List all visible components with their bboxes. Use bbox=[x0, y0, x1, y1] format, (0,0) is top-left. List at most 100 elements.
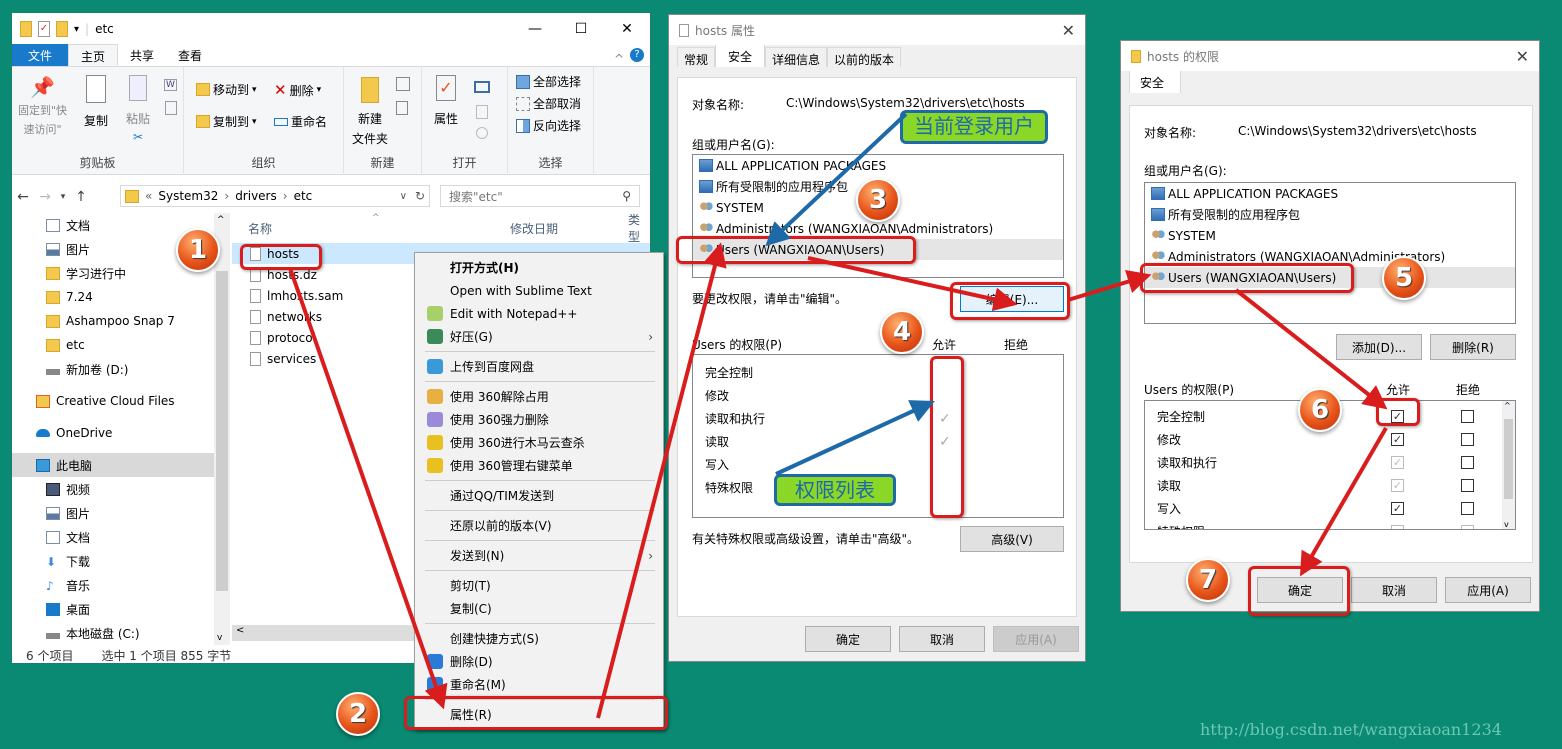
allow-checkbox[interactable]: ✓ bbox=[1391, 479, 1404, 492]
apply-button[interactable]: 应用(A) bbox=[993, 626, 1079, 652]
deny-checkbox[interactable] bbox=[1461, 502, 1474, 515]
quick-access-dropdown-icon[interactable]: ▾ bbox=[74, 24, 79, 35]
tab-general[interactable]: 常规 bbox=[677, 47, 716, 67]
advanced-button[interactable]: 高级(V) bbox=[960, 526, 1064, 552]
pin-quick-access-button[interactable]: 📌 固定到"快 速访问" bbox=[18, 75, 67, 137]
nav-item[interactable]: ⬇ 下载 bbox=[12, 549, 214, 573]
deny-checkbox[interactable] bbox=[1461, 433, 1474, 446]
nav-item[interactable]: 新加卷 (D:) bbox=[12, 357, 214, 381]
nav-item[interactable]: Creative Cloud Files bbox=[12, 389, 214, 413]
nav-item[interactable]: 此电脑 bbox=[12, 453, 214, 477]
nav-item[interactable]: 本地磁盘 (C:) bbox=[12, 621, 214, 645]
menu-item[interactable]: 剪切(T) bbox=[415, 574, 663, 597]
nav-item[interactable]: ♪ 音乐 bbox=[12, 573, 214, 597]
refresh-icon[interactable]: ↻ bbox=[415, 189, 425, 203]
tab-security[interactable]: 安全 bbox=[1129, 70, 1181, 93]
menu-item[interactable]: 使用 360强力删除 bbox=[415, 408, 663, 431]
cancel-button[interactable]: 取消 bbox=[1351, 577, 1437, 603]
nav-item[interactable]: 文档 bbox=[12, 525, 214, 549]
breadcrumb-system32[interactable]: System32 bbox=[158, 189, 218, 203]
user-list-item[interactable]: ALL APPLICATION PACKAGES bbox=[693, 155, 1063, 176]
back-arrow-icon[interactable]: ← bbox=[12, 189, 34, 205]
allow-checkbox[interactable]: ✓ bbox=[1391, 502, 1404, 515]
properties-quick-icon[interactable]: ✓ bbox=[38, 21, 50, 37]
menu-item[interactable]: 使用 360解除占用 bbox=[415, 385, 663, 408]
forward-arrow-icon[interactable]: → bbox=[34, 189, 56, 205]
help-icon[interactable]: ? bbox=[630, 48, 644, 62]
remove-button[interactable]: 删除(R) bbox=[1430, 334, 1516, 360]
menu-item[interactable]: 通过QQ/TIM发送到 bbox=[415, 484, 663, 507]
allow-checkbox[interactable]: ✓ bbox=[1391, 433, 1404, 446]
address-dropdown-icon[interactable]: ∨ bbox=[400, 191, 407, 202]
close-icon[interactable]: ✕ bbox=[1062, 21, 1075, 40]
new-item-icon[interactable] bbox=[396, 77, 410, 91]
close-icon[interactable]: ✕ bbox=[1516, 47, 1529, 66]
new-folder-quick-icon[interactable] bbox=[56, 21, 68, 37]
user-list-item[interactable]: SYSTEM bbox=[1145, 225, 1515, 246]
menu-item[interactable]: 创建快捷方式(S) bbox=[415, 627, 663, 650]
user-list-item[interactable]: ALL APPLICATION PACKAGES bbox=[1145, 183, 1515, 204]
deny-checkbox[interactable] bbox=[1461, 479, 1474, 492]
nav-item[interactable]: 视频 bbox=[12, 477, 214, 501]
tab-previous-versions[interactable]: 以前的版本 bbox=[827, 47, 902, 67]
cancel-button[interactable]: 取消 bbox=[899, 626, 985, 652]
user-list-item[interactable]: 所有受限制的应用程序包 bbox=[1145, 204, 1515, 225]
column-name[interactable]: 名称 bbox=[248, 220, 272, 237]
open-icon[interactable] bbox=[474, 81, 490, 93]
search-icon[interactable]: ⚲ bbox=[622, 189, 631, 203]
menu-item[interactable]: 好压(G) › bbox=[415, 325, 663, 348]
copy-to-button[interactable]: 复制到 ▾ bbox=[196, 113, 257, 130]
delete-button[interactable]: ✕ 删除 ▾ bbox=[274, 81, 321, 99]
nav-item[interactable]: 图片 bbox=[12, 501, 214, 525]
deny-checkbox[interactable] bbox=[1461, 525, 1474, 529]
breadcrumb-drivers[interactable]: drivers bbox=[235, 189, 277, 203]
tab-security[interactable]: 安全 bbox=[715, 44, 766, 67]
menu-item[interactable]: 删除(D) bbox=[415, 650, 663, 673]
tab-file[interactable]: 文件 bbox=[12, 44, 69, 66]
menu-item[interactable]: 复制(C) bbox=[415, 597, 663, 620]
easy-access-icon[interactable] bbox=[396, 101, 408, 115]
menu-item[interactable]: 重命名(M) bbox=[415, 673, 663, 696]
move-to-button[interactable]: 移动到 ▾ bbox=[196, 81, 257, 98]
paste-shortcut-icon[interactable] bbox=[165, 101, 177, 115]
up-arrow-icon[interactable]: ↑ bbox=[70, 189, 92, 205]
rename-button[interactable]: 重命名 bbox=[274, 113, 327, 130]
search-input[interactable]: 搜索"etc" ⚲ bbox=[440, 185, 640, 207]
select-none-button[interactable]: 全部取消 bbox=[516, 95, 581, 112]
menu-item[interactable]: 发送到(N) › bbox=[415, 544, 663, 567]
menu-item[interactable]: 使用 360管理右键菜单 bbox=[415, 454, 663, 477]
paste-button[interactable]: 粘贴 ✂ bbox=[126, 75, 150, 144]
tab-details[interactable]: 详细信息 bbox=[765, 47, 828, 67]
column-type[interactable]: 类型 bbox=[628, 211, 650, 245]
users-listbox[interactable]: ALL APPLICATION PACKAGES 所有受限制的应用程序包 SYSTE… bbox=[1144, 182, 1516, 324]
apply-button[interactable]: 应用(A) bbox=[1445, 577, 1531, 603]
breadcrumb-etc[interactable]: etc bbox=[294, 189, 313, 203]
cut-icon[interactable]: ✂ bbox=[133, 130, 143, 144]
recent-locations-icon[interactable]: ▾ bbox=[56, 192, 70, 202]
tab-share[interactable]: 共享 bbox=[118, 44, 166, 66]
menu-item[interactable]: Open with Sublime Text bbox=[415, 279, 663, 302]
nav-item[interactable]: Ashampoo Snap 7 bbox=[12, 309, 214, 333]
nav-item[interactable]: OneDrive bbox=[12, 421, 214, 445]
close-button[interactable]: ✕ bbox=[604, 13, 650, 45]
nav-item[interactable]: 7.24 bbox=[12, 285, 214, 309]
column-modified[interactable]: 修改日期 bbox=[510, 220, 558, 237]
invert-selection-button[interactable]: 反向选择 bbox=[516, 117, 581, 134]
add-button[interactable]: 添加(D)... bbox=[1336, 334, 1422, 360]
deny-checkbox[interactable] bbox=[1461, 410, 1474, 423]
new-folder-button[interactable]: 新建 文件夹 bbox=[352, 77, 388, 147]
menu-item[interactable]: 打开方式(H) bbox=[415, 256, 663, 279]
copy-button[interactable]: 复制 bbox=[84, 75, 108, 129]
allow-checkbox[interactable]: ✓ bbox=[1391, 456, 1404, 469]
nav-item[interactable]: etc bbox=[12, 333, 214, 357]
select-all-button[interactable]: 全部选择 bbox=[516, 73, 581, 90]
properties-button[interactable]: ✓ 属性 bbox=[434, 75, 458, 127]
copy-path-icon[interactable]: W bbox=[164, 79, 177, 91]
menu-item[interactable]: 上传到百度网盘 bbox=[415, 355, 663, 378]
permissions-scrollbar[interactable]: ^ v bbox=[1502, 401, 1515, 529]
maximize-button[interactable]: ☐ bbox=[558, 13, 604, 45]
minimize-button[interactable]: — bbox=[512, 13, 558, 45]
address-bar[interactable]: « System32 › drivers › etc ∨ ↻ bbox=[120, 185, 430, 207]
tab-view[interactable]: 查看 bbox=[166, 44, 214, 66]
allow-checkbox[interactable] bbox=[1391, 525, 1404, 529]
